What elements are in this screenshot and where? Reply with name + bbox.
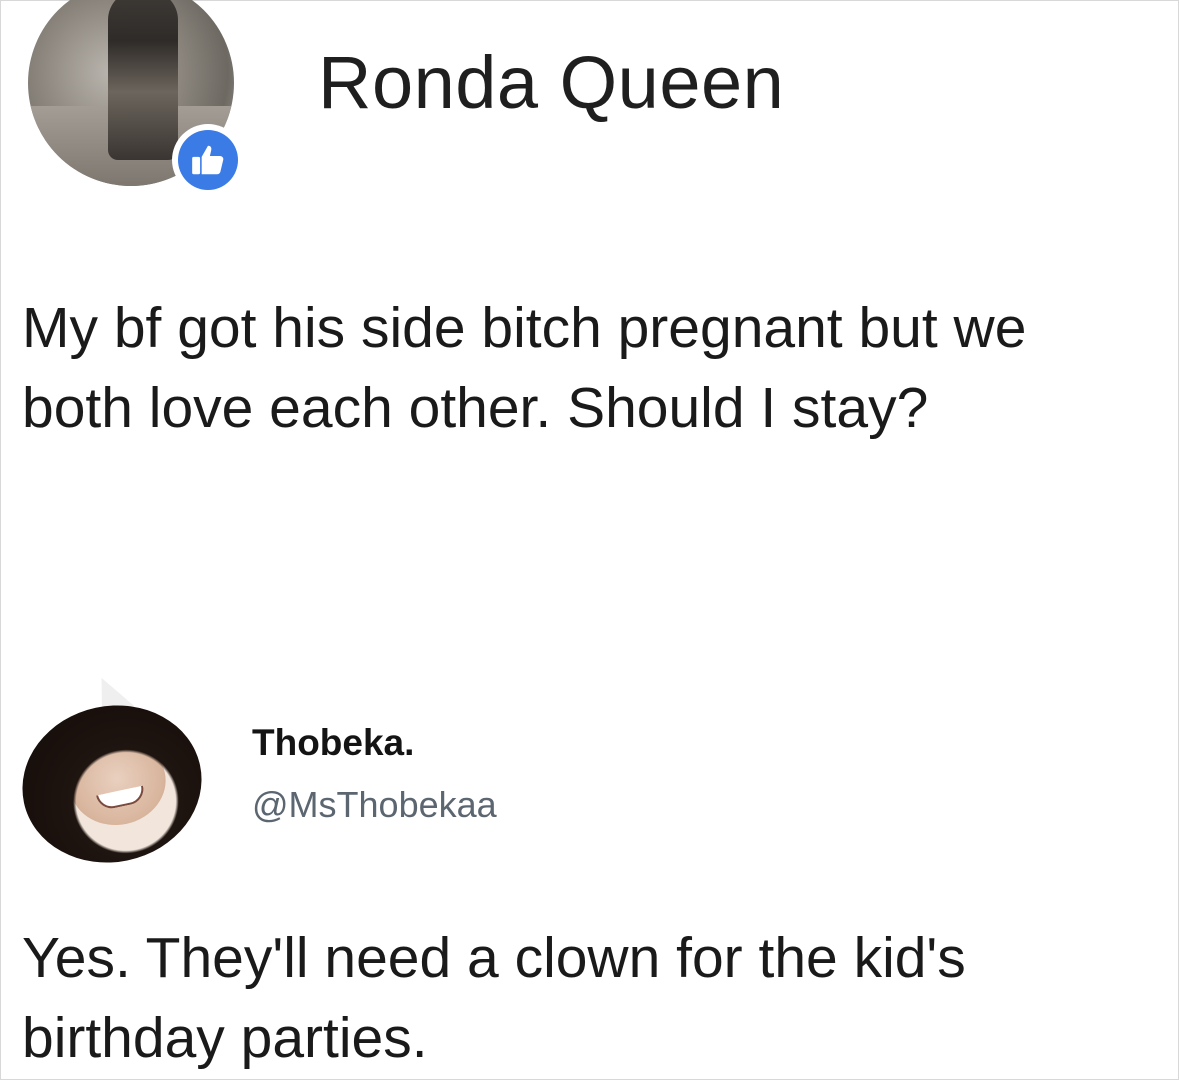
like-badge-circle xyxy=(178,130,238,190)
reply-display-name[interactable]: Thobeka. xyxy=(252,722,414,764)
reply-text: Yes. They'll need a clown for the kid's … xyxy=(22,918,1172,1078)
reply-text-line: birthday parties. xyxy=(22,1006,428,1070)
reply-text-line: Yes. They'll need a clown for the kid's xyxy=(22,926,966,990)
avatar-person xyxy=(108,0,178,160)
reply-handle[interactable]: @MsThobekaa xyxy=(252,784,497,826)
post-text-line: both love each other. Should I stay? xyxy=(22,376,929,440)
thumbs-up-icon xyxy=(192,145,224,175)
post-text: My bf got his side bitch pregnant but we… xyxy=(22,288,1172,448)
post-author-name[interactable]: Ronda Queen xyxy=(318,40,784,125)
like-badge xyxy=(172,124,244,196)
post-text-line: My bf got his side bitch pregnant but we xyxy=(22,296,1027,360)
